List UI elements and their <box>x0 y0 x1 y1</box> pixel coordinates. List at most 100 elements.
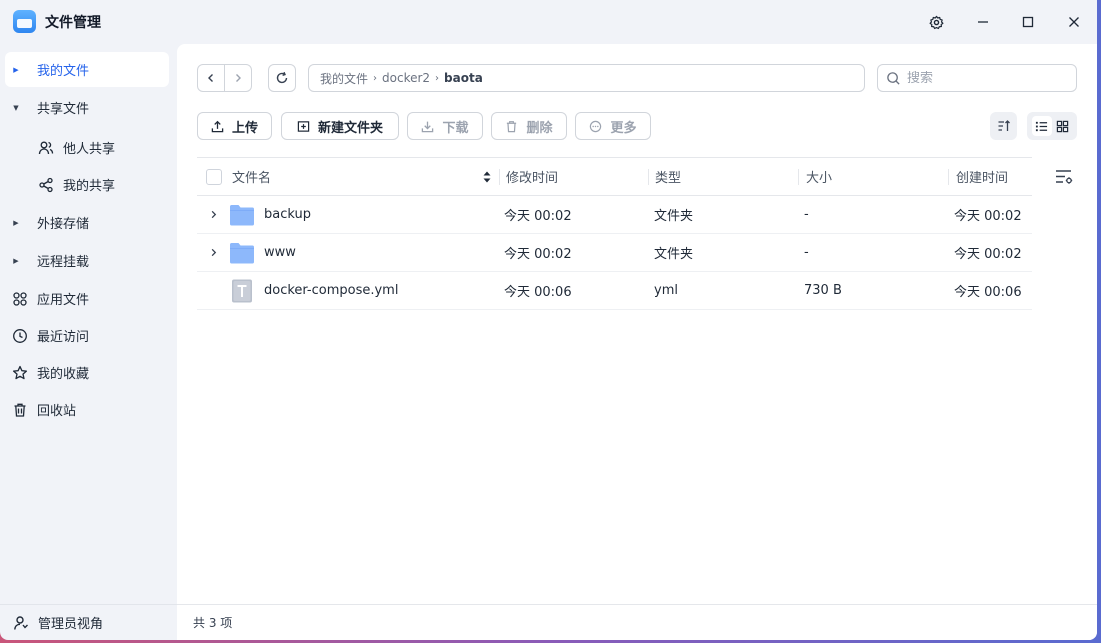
sidebar-item-shared-files[interactable]: ▼ 共享文件 <box>5 90 169 125</box>
file-type: 文件夹 <box>654 209 694 224</box>
file-created: 今天 00:02 <box>954 247 1022 262</box>
minimize-icon <box>978 21 988 23</box>
breadcrumb: 我的文件 › docker2 › baota <box>308 64 865 92</box>
table-header: 文件名 修改时间 类型 大小 创建时间 <box>197 157 1032 196</box>
new-folder-label: 新建文件夹 <box>317 120 383 136</box>
breadcrumb-item[interactable]: docker2 <box>382 71 430 85</box>
sidebar-item-label: 回收站 <box>37 404 77 419</box>
file-type: yml <box>654 283 678 298</box>
breadcrumb-current[interactable]: baota <box>444 71 483 85</box>
column-header-type[interactable]: 类型 <box>655 158 681 195</box>
folder-icon <box>230 243 254 264</box>
app-title: 文件管理 <box>45 15 101 31</box>
forward-button[interactable] <box>224 65 251 91</box>
chevron-right-icon: › <box>373 72 378 84</box>
main-panel: 我的文件 › docker2 › baota 上传 新建文件夹 下载 删除 <box>177 44 1097 640</box>
sidebar-item-my-shares[interactable]: 我的共享 <box>5 167 169 202</box>
grid-icon <box>1056 120 1069 132</box>
upload-label: 上传 <box>231 120 258 136</box>
column-header-size[interactable]: 大小 <box>806 158 832 195</box>
column-header-created[interactable]: 创建时间 <box>956 158 1008 195</box>
clock-icon <box>9 328 31 344</box>
list-view-button[interactable] <box>1031 116 1052 136</box>
download-button[interactable]: 下载 <box>407 112 483 140</box>
file-name: docker-compose.yml <box>264 283 399 298</box>
chevron-right-icon: › <box>435 72 440 84</box>
sidebar-item-my-files[interactable]: ▶ 我的文件 <box>5 52 169 87</box>
file-name: www <box>264 245 296 260</box>
sidebar-item-remote-mount[interactable]: ▶ 远程挂载 <box>5 243 169 278</box>
share-icon <box>35 177 57 193</box>
more-button[interactable]: 更多 <box>575 112 651 140</box>
expand-button[interactable] <box>207 246 219 258</box>
sidebar-item-shared-with-me[interactable]: 他人共享 <box>5 130 169 165</box>
more-icon <box>589 120 602 133</box>
breadcrumb-item[interactable]: 我的文件 <box>320 70 368 87</box>
history-nav <box>197 64 252 92</box>
close-icon <box>1069 17 1079 27</box>
upload-icon <box>211 120 224 133</box>
back-button[interactable] <box>198 65 224 91</box>
caret-right-icon: ▶ <box>13 218 19 227</box>
gear-icon <box>929 15 943 29</box>
delete-button[interactable]: 删除 <box>491 112 567 140</box>
title-bar: 文件管理 <box>0 0 1097 44</box>
settings-button[interactable] <box>924 10 948 34</box>
column-settings-button[interactable] <box>1054 167 1074 187</box>
text-file-icon <box>232 279 252 303</box>
sidebar-item-label: 我的文件 <box>37 64 90 79</box>
sidebar-item-label: 外接存储 <box>37 217 90 232</box>
refresh-button[interactable] <box>268 64 296 92</box>
column-divider[interactable] <box>499 169 500 185</box>
search-icon <box>887 71 900 85</box>
column-divider[interactable] <box>648 169 649 185</box>
sort-button[interactable] <box>990 112 1017 140</box>
refresh-icon <box>276 71 288 84</box>
maximize-icon <box>1022 16 1034 28</box>
file-modified: 今天 00:06 <box>504 285 572 300</box>
caret-right-icon: ▶ <box>13 256 19 265</box>
sidebar-item-favorites[interactable]: 我的收藏 <box>5 355 169 390</box>
list-icon <box>1035 121 1048 131</box>
admin-view-label: 管理员视角 <box>38 617 104 632</box>
search-input[interactable] <box>907 70 1067 86</box>
sidebar-item-label: 共享文件 <box>37 102 90 117</box>
file-size: 730 B <box>804 283 842 298</box>
file-size: - <box>804 207 809 222</box>
sidebar-item-app-files[interactable]: 应用文件 <box>5 281 169 316</box>
sidebar-item-recent[interactable]: 最近访问 <box>5 318 169 353</box>
file-created: 今天 00:02 <box>954 209 1022 224</box>
sidebar-item-label: 远程挂载 <box>37 255 90 270</box>
chevron-right-icon <box>211 210 216 218</box>
caret-right-icon: ▶ <box>13 65 19 74</box>
expand-button[interactable] <box>207 208 219 220</box>
table-row[interactable]: docker-compose.yml 今天 00:06 yml 730 B 今天… <box>197 272 1032 310</box>
sidebar-item-external-storage[interactable]: ▶ 外接存储 <box>5 205 169 240</box>
admin-view-toggle[interactable]: 管理员视角 <box>0 604 177 640</box>
file-created: 今天 00:06 <box>954 285 1022 300</box>
new-folder-icon <box>297 120 310 133</box>
column-header-name[interactable]: 文件名 <box>232 158 271 195</box>
new-folder-button[interactable]: 新建文件夹 <box>281 112 399 140</box>
sort-arrows-icon[interactable] <box>482 169 492 185</box>
maximize-button[interactable] <box>1016 10 1040 34</box>
file-type: 文件夹 <box>654 247 694 262</box>
select-all-checkbox[interactable] <box>206 169 222 185</box>
item-count: 共 3 项 <box>193 616 233 630</box>
column-header-modified[interactable]: 修改时间 <box>506 158 558 195</box>
upload-button[interactable]: 上传 <box>197 112 272 140</box>
sidebar-item-recycle-bin[interactable]: 回收站 <box>5 392 169 427</box>
close-button[interactable] <box>1062 10 1086 34</box>
sidebar-item-label: 最近访问 <box>37 330 90 345</box>
column-divider[interactable] <box>798 169 799 185</box>
sidebar-item-label: 我的收藏 <box>37 367 90 382</box>
grid-view-button[interactable] <box>1053 116 1073 136</box>
trash-icon <box>505 120 518 133</box>
table-row[interactable]: backup 今天 00:02 文件夹 - 今天 00:02 <box>197 196 1032 234</box>
minimize-button[interactable] <box>971 10 995 34</box>
table-row[interactable]: www 今天 00:02 文件夹 - 今天 00:02 <box>197 234 1032 272</box>
more-label: 更多 <box>610 120 637 136</box>
users-icon <box>35 140 57 156</box>
status-bar: 共 3 项 <box>177 604 1097 640</box>
column-divider[interactable] <box>948 169 949 185</box>
